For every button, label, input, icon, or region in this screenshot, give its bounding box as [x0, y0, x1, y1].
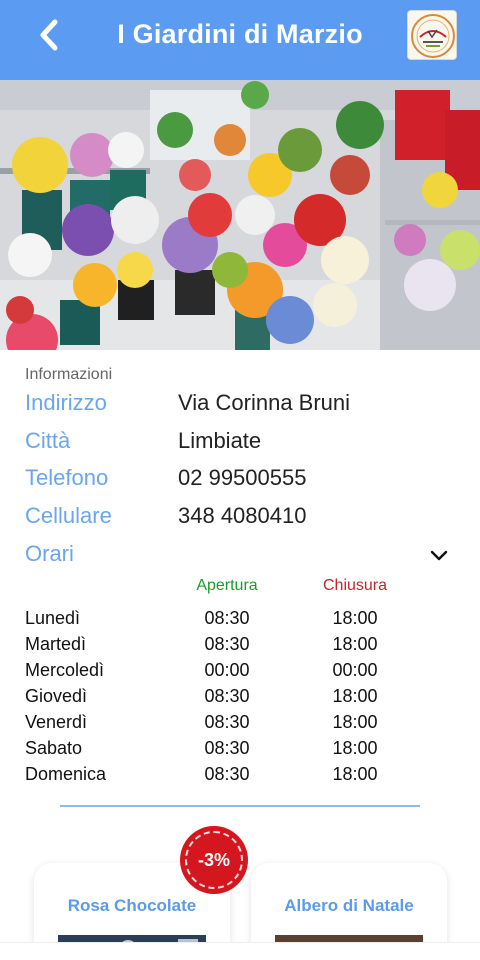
info-row-mobile: Cellulare 348 4080410	[25, 503, 455, 537]
hours-label: Orari	[25, 541, 74, 566]
info-value: Limbiate	[178, 428, 262, 453]
hours-row: Martedì 08:30 18:00	[25, 634, 455, 658]
hours-day: Mercoledì	[25, 660, 105, 680]
hours-day: Lunedì	[25, 608, 81, 628]
hours-open: 08:30	[204, 712, 250, 732]
product-title: Rosa Chocolate	[67, 896, 197, 915]
hours-day: Giovedì	[25, 686, 88, 706]
chevron-down-icon	[430, 550, 448, 561]
hours-close: 18:00	[332, 686, 378, 706]
hours-open: 08:30	[204, 764, 250, 784]
hours-open-header: Apertura	[196, 577, 258, 594]
info-row-address: Indirizzo Via Corinna Bruni	[25, 390, 455, 424]
chevron-left-icon	[40, 19, 58, 51]
hours-row: Venerdì 08:30 18:00	[25, 712, 455, 736]
hours-close: 18:00	[332, 764, 378, 784]
info-key: Telefono	[25, 465, 109, 490]
hours-day: Domenica	[25, 764, 107, 784]
bottom-edge	[0, 942, 480, 960]
back-button[interactable]	[34, 18, 64, 52]
info-key: Indirizzo	[25, 390, 107, 415]
hours-row: Giovedì 08:30 18:00	[25, 686, 455, 710]
phone-link[interactable]: 02 99500555	[178, 465, 306, 491]
hours-day: Venerdì	[25, 712, 88, 732]
mobile-link[interactable]: 348 4080410	[178, 503, 306, 529]
hours-day: Sabato	[25, 738, 83, 758]
discount-text: -3%	[197, 850, 230, 870]
info-key: Città	[25, 428, 71, 453]
hours-day: Martedì	[25, 634, 87, 654]
hours-open: 08:30	[204, 634, 250, 654]
hours-close: 00:00	[332, 660, 378, 680]
info-row-city: Città Limbiate	[25, 428, 455, 462]
info-value: Via Corinna Bruni	[178, 390, 351, 415]
page-title: I Giardini di Marzio	[117, 19, 363, 49]
info-row-phone: Telefono 02 99500555	[25, 465, 455, 499]
hours-open: 08:30	[204, 738, 250, 758]
info-key: Cellulare	[25, 503, 112, 528]
discount-badge: -3%	[180, 826, 248, 894]
hours-close: 18:00	[332, 738, 378, 758]
hours-row: Lunedì 08:30 18:00	[25, 608, 455, 632]
hours-open: 08:30	[204, 686, 250, 706]
hours-open: 00:00	[204, 660, 250, 680]
hours-open: 08:30	[204, 608, 250, 628]
hours-close-header: Chiusura	[322, 577, 388, 594]
app-bar: I Giardini di Marzio	[0, 0, 480, 80]
info-section-label: Informazioni	[25, 366, 113, 383]
hours-row: Sabato 08:30 18:00	[25, 738, 455, 762]
hero-image	[0, 80, 480, 350]
hours-close: 18:00	[332, 608, 378, 628]
hours-row: Domenica 08:30 18:00	[25, 764, 455, 788]
hours-close: 18:00	[332, 634, 378, 654]
orari-toggle[interactable]: Orari	[25, 541, 455, 575]
section-divider	[60, 805, 420, 807]
product-title: Albero di Natale	[284, 896, 414, 915]
shop-logo	[407, 10, 457, 60]
hours-close: 18:00	[332, 712, 378, 732]
orari-expand-button[interactable]	[428, 546, 450, 566]
hours-row: Mercoledì 00:00 00:00	[25, 660, 455, 684]
